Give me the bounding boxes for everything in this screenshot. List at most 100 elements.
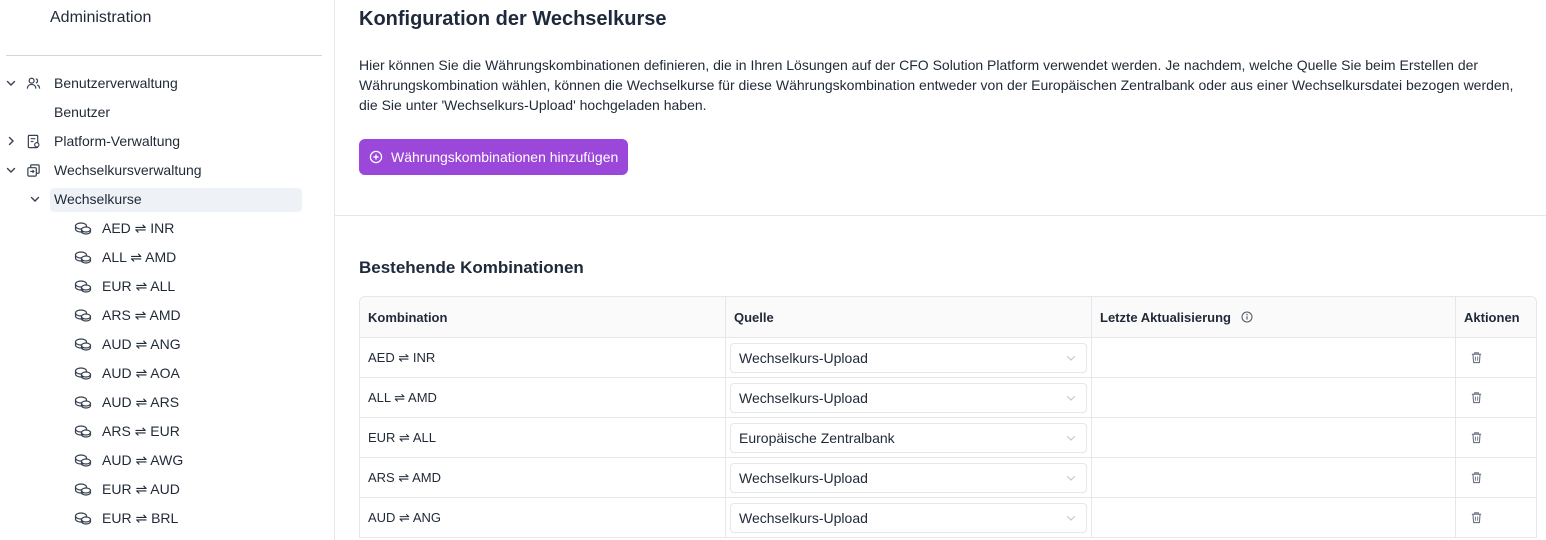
column-header-combination: Kombination bbox=[360, 297, 726, 337]
cell-combination: ARS ⇌ AMD bbox=[360, 458, 726, 497]
cell-actions bbox=[1456, 498, 1536, 537]
cell-last-update bbox=[1092, 338, 1456, 377]
sidebar-item-label: Benutzerverwaltung bbox=[54, 75, 178, 91]
sidebar-item-label: Wechselkursverwaltung bbox=[54, 162, 202, 178]
sidebar-currency-pair[interactable]: EUR ⇌ AUD bbox=[74, 477, 180, 501]
trash-icon[interactable] bbox=[1470, 391, 1484, 405]
page-description: Hier können Sie die Währungskombinatione… bbox=[359, 57, 1514, 113]
sidebar-currency-pair-label: EUR ⇌ ALL bbox=[102, 277, 176, 294]
chevron-right-icon[interactable] bbox=[4, 134, 18, 148]
trash-icon[interactable] bbox=[1470, 431, 1484, 445]
sidebar-currency-pair[interactable]: EUR ⇌ ALL bbox=[74, 274, 175, 298]
app-window: Administration Benutzerverwaltung Benutz… bbox=[0, 0, 1546, 540]
sidebar-currency-pair[interactable]: AUD ⇌ AOA bbox=[74, 361, 180, 385]
sidebar-item-label: Wechselkurse bbox=[54, 191, 142, 207]
cell-combination: EUR ⇌ ALL bbox=[360, 418, 726, 457]
sidebar-currency-pair[interactable]: AED ⇌ INR bbox=[74, 216, 174, 240]
chevron-down-icon bbox=[1066, 433, 1076, 443]
cell-combination: AUD ⇌ ANG bbox=[360, 498, 726, 537]
page-title: Konfiguration der Wechselkurse bbox=[359, 8, 667, 30]
cell-source: Wechselkurs-Upload bbox=[726, 498, 1092, 537]
table-row: ALL ⇌ AMD Wechselkurs-Upload bbox=[360, 378, 1536, 418]
chevron-down-icon bbox=[1066, 353, 1076, 363]
cell-actions bbox=[1456, 338, 1536, 377]
source-select[interactable]: Wechselkurs-Upload bbox=[730, 462, 1087, 493]
coins-icon bbox=[74, 482, 92, 496]
sidebar-currency-pair-label: AUD ⇌ AWG bbox=[102, 451, 184, 468]
source-select[interactable]: Wechselkurs-Upload bbox=[730, 502, 1087, 533]
sidebar-currency-pair-label: ARS ⇌ EUR bbox=[102, 422, 180, 439]
main-content: Konfiguration der Wechselkurse Hier könn… bbox=[335, 0, 1546, 540]
sidebar-currency-pair-label: EUR ⇌ BRL bbox=[102, 509, 179, 526]
trash-icon[interactable] bbox=[1470, 511, 1484, 525]
sidebar-currency-pair[interactable]: EUR ⇌ BRL bbox=[74, 506, 178, 530]
sidebar-currency-pair-label: AUD ⇌ ANG bbox=[102, 335, 181, 352]
sidebar-currency-pair-label: AUD ⇌ ARS bbox=[102, 393, 180, 410]
column-header-last-update: Letzte Aktualisierung bbox=[1092, 297, 1456, 337]
sidebar-currency-pair-label: AUD ⇌ AOA bbox=[102, 364, 180, 381]
cell-combination: ALL ⇌ AMD bbox=[360, 378, 726, 417]
section-title: Bestehende Kombinationen bbox=[359, 258, 584, 277]
sidebar-currency-pair-label: ALL ⇌ AMD bbox=[102, 248, 177, 265]
sidebar-item-platform-verwaltung[interactable]: Platform-Verwaltung bbox=[0, 129, 320, 153]
coins-icon bbox=[74, 221, 92, 235]
source-select[interactable]: Wechselkurs-Upload bbox=[730, 342, 1087, 373]
chevron-down-icon bbox=[1066, 393, 1076, 403]
source-select-value: Wechselkurs-Upload bbox=[739, 389, 868, 406]
sidebar-currency-pair[interactable]: ARS ⇌ AMD bbox=[74, 303, 181, 327]
users-icon bbox=[25, 75, 41, 91]
table-row: AED ⇌ INR Wechselkurs-Upload bbox=[360, 338, 1536, 378]
cell-last-update bbox=[1092, 378, 1456, 417]
table-header: Kombination Quelle Letzte Aktualisierung… bbox=[360, 297, 1536, 338]
sidebar-currency-pair-label: AED ⇌ INR bbox=[102, 219, 175, 236]
table-row: AUD ⇌ ANG Wechselkurs-Upload bbox=[360, 498, 1536, 538]
cell-source: Europäische Zentralbank bbox=[726, 418, 1092, 457]
chevron-down-icon[interactable] bbox=[4, 163, 18, 177]
coins-icon bbox=[74, 308, 92, 322]
add-button-label: Währungskombinationen hinzufügen bbox=[391, 149, 619, 165]
column-header-actions: Aktionen bbox=[1464, 309, 1520, 325]
source-select-value: Europäische Zentralbank bbox=[739, 429, 895, 446]
coins-icon bbox=[74, 337, 92, 351]
cell-last-update bbox=[1092, 498, 1456, 537]
sidebar-item-label: Platform-Verwaltung bbox=[54, 133, 181, 149]
coins-icon bbox=[74, 511, 92, 525]
table-row: EUR ⇌ ALL Europäische Zentralbank bbox=[360, 418, 1536, 458]
sidebar: Administration Benutzerverwaltung Benutz… bbox=[0, 0, 335, 540]
sidebar-title: Administration bbox=[50, 9, 152, 26]
sidebar-item-wechselkursverwaltung[interactable]: Wechselkursverwaltung bbox=[0, 158, 320, 182]
cell-source: Wechselkurs-Upload bbox=[726, 338, 1092, 377]
coins-icon bbox=[74, 424, 92, 438]
source-select-value: Wechselkurs-Upload bbox=[739, 469, 868, 486]
sidebar-item-label: Benutzer bbox=[54, 104, 111, 120]
chevron-down-icon[interactable] bbox=[28, 192, 42, 206]
sidebar-item-benutzer[interactable]: Benutzer bbox=[54, 100, 304, 124]
sidebar-item-benutzerverwaltung[interactable]: Benutzerverwaltung bbox=[0, 71, 320, 95]
info-icon[interactable] bbox=[1241, 311, 1253, 323]
chevron-down-icon bbox=[1066, 513, 1076, 523]
sidebar-currency-pair[interactable]: AUD ⇌ ARS bbox=[74, 390, 179, 414]
trash-icon[interactable] bbox=[1470, 471, 1484, 485]
sidebar-item-wechselkurse[interactable]: Wechselkurse bbox=[0, 187, 302, 211]
cell-actions bbox=[1456, 418, 1536, 457]
sidebar-currency-pair[interactable]: ARS ⇌ EUR bbox=[74, 419, 180, 443]
chevron-down-icon[interactable] bbox=[4, 76, 18, 90]
cell-source: Wechselkurs-Upload bbox=[726, 458, 1092, 497]
sidebar-currency-pair[interactable]: ALL ⇌ AMD bbox=[74, 245, 176, 269]
cell-last-update bbox=[1092, 458, 1456, 497]
table-body: AED ⇌ INR Wechselkurs-Upload ALL ⇌ AMD Wech… bbox=[360, 338, 1536, 538]
add-currency-combination-button[interactable]: Währungskombinationen hinzufügen bbox=[359, 139, 629, 175]
trash-icon[interactable] bbox=[1470, 351, 1484, 365]
section-divider bbox=[335, 215, 1546, 216]
sidebar-divider bbox=[6, 55, 322, 56]
cell-combination: AED ⇌ INR bbox=[360, 338, 726, 377]
source-select[interactable]: Europäische Zentralbank bbox=[730, 422, 1087, 453]
plus-circle-icon bbox=[369, 150, 383, 164]
source-select-value: Wechselkurs-Upload bbox=[739, 349, 868, 366]
source-select[interactable]: Wechselkurs-Upload bbox=[730, 382, 1087, 413]
sidebar-currency-pair[interactable]: AUD ⇌ ANG bbox=[74, 332, 181, 356]
sidebar-currency-pair-label: EUR ⇌ AUD bbox=[102, 480, 180, 497]
combinations-table: Kombination Quelle Letzte Aktualisierung… bbox=[359, 296, 1537, 538]
sidebar-currency-pair[interactable]: AUD ⇌ AWG bbox=[74, 448, 183, 472]
sidebar-currency-pair-label: ARS ⇌ AMD bbox=[102, 306, 181, 323]
